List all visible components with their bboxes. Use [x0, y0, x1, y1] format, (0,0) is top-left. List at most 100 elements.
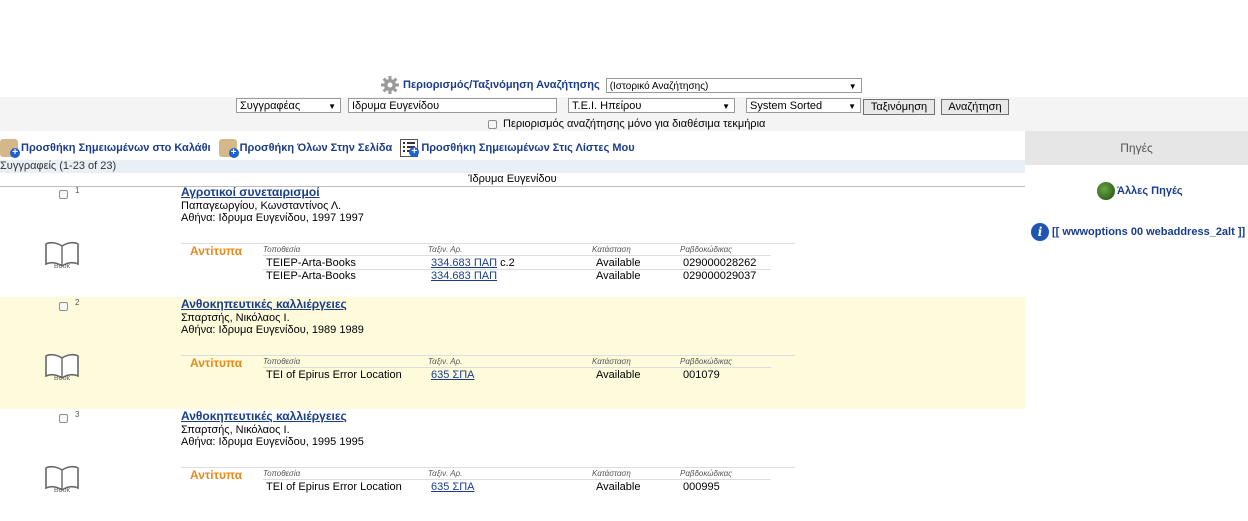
wwwoptions-label: [[ wwwoptions 00 webaddress_2alt ]]	[1052, 226, 1246, 238]
holdings-header-callno: Ταξιν. Αρ.	[428, 357, 463, 366]
holdings-header-status: Κατάσταση	[592, 245, 631, 254]
library-select[interactable]: Τ.Ε.Ι. Ηπείρου ▼	[568, 98, 735, 113]
sort-button[interactable]: Ταξινόμηση	[863, 99, 935, 115]
holding-barcode: 000995	[683, 481, 720, 493]
chevron-down-icon: ▼	[848, 81, 857, 91]
record-title-link[interactable]: Ανθοκηπευτικές καλλιέργειες	[181, 297, 347, 311]
holding-location: TEI of Epirus Error Location	[266, 481, 402, 493]
holdings-table: Τοποθεσία Ταξιν. Αρ. Κατάσταση Ραβδοκώδι…	[181, 467, 795, 493]
holdings-header-location: Τοποθεσία	[263, 245, 301, 254]
action-toolbar: + Προσθήκη Σημειωμένων στο Καλάθι + Προσ…	[0, 137, 1025, 159]
sources-heading: Πηγές	[1025, 131, 1248, 165]
wwwoptions-link[interactable]: i [[ wwwoptions 00 webaddress_2alt ]]	[1031, 223, 1245, 241]
available-only-checkbox[interactable]	[488, 119, 497, 129]
add-marked-to-lists-button[interactable]: + Προσθήκη Σημειωμένων Στις Λίστες Μου	[400, 139, 635, 157]
cart-add-icon: +	[0, 139, 20, 158]
record-author: Παπαγεωργίου, Κωνσταντίνος Λ.	[181, 200, 342, 212]
globe-icon	[1097, 182, 1115, 200]
available-only-row: Περιορισμός αναζήτησης μόνο για διαθέσιμ…	[488, 118, 765, 130]
format-label: Book	[54, 263, 70, 270]
format-label: Book	[54, 375, 70, 382]
holdings-header-status: Κατάσταση	[592, 357, 631, 366]
result-record: 1 Αγροτικοί συνεταιρισμοί Παπαγεωργίου, …	[0, 185, 1025, 297]
chevron-down-icon: ▼	[328, 102, 336, 111]
record-title-link[interactable]: Αγροτικοί συνεταιρισμοί	[181, 185, 320, 199]
limit-sort-row: Περιορισμός/Ταξινόμηση Αναζήτησης (Ιστορ…	[380, 75, 862, 95]
chevron-down-icon: ▼	[722, 102, 730, 111]
search-history-select[interactable]: (Ιστορικό Αναζήτησης) ▼	[605, 77, 862, 93]
record-author: Σπαρτσής, Νικόλαος Ι.	[181, 424, 290, 436]
add-all-on-page-button[interactable]: + Προσθήκη Όλων Στην Σελίδα	[218, 139, 393, 158]
holding-copy: c.2	[500, 257, 515, 269]
limit-sort-link[interactable]: Περιορισμός/Ταξινόμηση Αναζήτησης	[403, 79, 600, 91]
holding-barcode: 029000029037	[683, 270, 757, 282]
holdings-table: Τοποθεσία Ταξιν. Αρ. Κατάσταση Ραβδοκώδι…	[181, 243, 795, 282]
other-sources-label: Άλλες Πηγές	[1117, 185, 1183, 197]
search-field-value: Συγγραφέας	[240, 100, 301, 112]
holdings-header-barcode: Ραβδοκώδικας	[680, 245, 733, 254]
search-input[interactable]	[348, 98, 557, 113]
record-publisher: Αθήνα: Ιδρυμα Ευγενίδου, 1989 1989	[181, 324, 364, 336]
holdings-header-location: Τοποθεσία	[263, 469, 301, 478]
holdings-header-callno: Ταξιν. Αρ.	[428, 245, 463, 254]
holding-callno: 635 ΣΠΑ	[431, 369, 475, 381]
holding-callno-link[interactable]: 334.683 ΠΑΠ	[431, 257, 497, 269]
record-number: 1	[75, 186, 80, 195]
record-number: 2	[75, 298, 80, 307]
record-publisher: Αθήνα: Ιδρυμα Ευγενίδου, 1997 1997	[181, 212, 364, 224]
available-only-label: Περιορισμός αναζήτησης μόνο για διαθέσιμ…	[503, 118, 766, 130]
add-marked-to-lists-label: Προσθήκη Σημειωμένων Στις Λίστες Μου	[421, 142, 635, 154]
info-icon: i	[1031, 223, 1049, 241]
sources-panel: Πηγές Άλλες Πηγές i [[ wwwoptions 00 web…	[1025, 131, 1248, 517]
holding-location: TEIEP-Arta-Books	[266, 257, 356, 269]
holding-status: Available	[596, 257, 641, 269]
sort-value: System Sorted	[750, 100, 823, 112]
search-button[interactable]: Αναζήτηση	[941, 99, 1009, 115]
copies-heading: Αντίτυπα	[190, 468, 243, 482]
record-checkbox[interactable]	[59, 190, 68, 199]
add-all-on-page-label: Προσθήκη Όλων Στην Σελίδα	[239, 142, 393, 154]
holding-callno-link[interactable]: 635 ΣΠΑ	[431, 481, 475, 493]
holding-callno-link[interactable]: 334.683 ΠΑΠ	[431, 270, 497, 282]
result-record: 3 Ανθοκηπευτικές καλλιέργειες Σπαρτσής, …	[0, 409, 1025, 521]
holdings-header-barcode: Ραβδοκώδικας	[680, 469, 733, 478]
other-sources-link[interactable]: Άλλες Πηγές	[1097, 182, 1183, 200]
library-value: Τ.Ε.Ι. Ηπείρου	[572, 100, 642, 112]
gear-icon[interactable]	[380, 75, 400, 95]
holding-location: TEIEP-Arta-Books	[266, 270, 356, 282]
result-record: 2 Ανθοκηπευτικές καλλιέργειες Σπαρτσής, …	[0, 297, 1025, 409]
add-marked-to-cart-label: Προσθήκη Σημειωμένων στο Καλάθι	[21, 142, 211, 154]
holding-callno-link[interactable]: 635 ΣΠΑ	[431, 369, 475, 381]
record-checkbox[interactable]	[59, 414, 68, 423]
holding-status: Available	[596, 369, 641, 381]
holdings-header-callno: Ταξιν. Αρ.	[428, 469, 463, 478]
result-count: Συγγραφείς (1-23 of 23)	[0, 160, 1025, 173]
holdings-header-barcode: Ραβδοκώδικας	[680, 357, 733, 366]
copies-heading: Αντίτυπα	[190, 244, 243, 258]
sort-select[interactable]: System Sorted ▼	[746, 98, 861, 113]
record-publisher: Αθήνα: Ιδρυμα Ευγενίδου, 1995 1995	[181, 436, 364, 448]
holdings-header-location: Τοποθεσία	[263, 357, 301, 366]
holding-status: Available	[596, 270, 641, 282]
holding-callno: 334.683 ΠΑΠ c.2	[431, 257, 515, 269]
chevron-down-icon: ▼	[848, 102, 856, 111]
holding-callno: 635 ΣΠΑ	[431, 481, 475, 493]
list-add-icon: +	[400, 139, 420, 157]
format-label: Book	[54, 487, 70, 494]
search-history-value: (Ιστορικό Αναζήτησης)	[609, 80, 709, 92]
add-marked-to-cart-button[interactable]: + Προσθήκη Σημειωμένων στο Καλάθι	[0, 139, 211, 158]
record-author: Σπαρτσής, Νικόλαος Ι.	[181, 312, 290, 324]
search-field-select[interactable]: Συγγραφέας ▼	[236, 98, 341, 113]
record-number: 3	[75, 410, 80, 419]
holding-callno: 334.683 ΠΑΠ	[431, 270, 497, 282]
holdings-header-status: Κατάσταση	[592, 469, 631, 478]
record-title-link[interactable]: Ανθοκηπευτικές καλλιέργειες	[181, 409, 347, 423]
holding-location: TEI of Epirus Error Location	[266, 369, 402, 381]
holding-barcode: 029000028262	[683, 257, 757, 269]
holding-status: Available	[596, 481, 641, 493]
copies-heading: Αντίτυπα	[190, 356, 243, 370]
cart-add-all-icon: +	[218, 139, 239, 158]
holding-barcode: 001079	[683, 369, 720, 381]
record-checkbox[interactable]	[59, 302, 68, 311]
holdings-table: Τοποθεσία Ταξιν. Αρ. Κατάσταση Ραβδοκώδι…	[181, 355, 795, 381]
